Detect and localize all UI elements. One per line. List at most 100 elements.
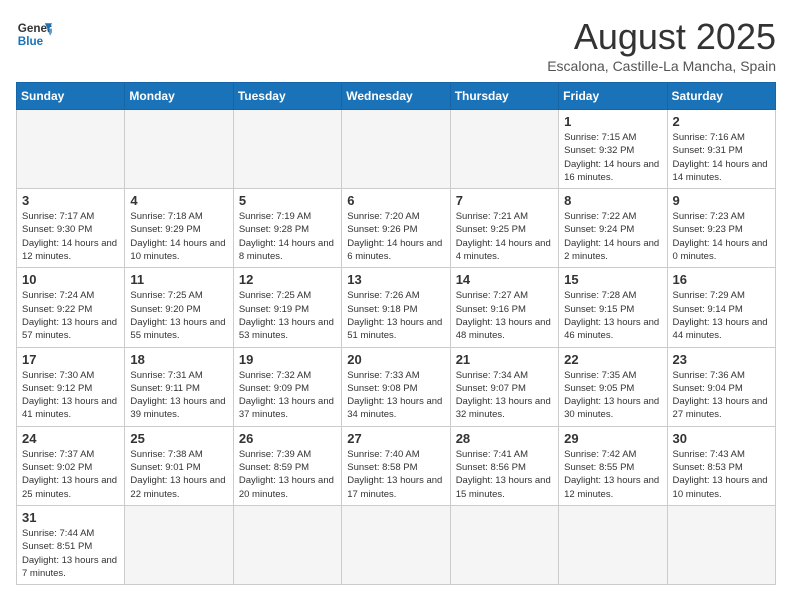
calendar-cell — [342, 110, 450, 189]
day-info: Sunrise: 7:28 AM Sunset: 9:15 PM Dayligh… — [564, 289, 661, 342]
calendar-cell: 16Sunrise: 7:29 AM Sunset: 9:14 PM Dayli… — [667, 268, 775, 347]
calendar-cell: 11 Sunrise: 7:25 AM Sunset: 9:20 PM Dayli… — [125, 268, 233, 347]
day-info: Sunrise: 7:19 AM Sunset: 9:28 PM Dayligh… — [239, 210, 336, 263]
calendar-week-row: 1 Sunrise: 7:15 AM Sunset: 9:32 PM Daylig… — [17, 110, 776, 189]
day-number: 30 — [673, 431, 770, 446]
day-number: 8 — [564, 193, 661, 208]
calendar-week-row: 3Sunrise: 7:17 AM Sunset: 9:30 PM Daylig… — [17, 189, 776, 268]
calendar-cell: 23Sunrise: 7:36 AM Sunset: 9:04 PM Dayli… — [667, 347, 775, 426]
calendar-cell: 1 Sunrise: 7:15 AM Sunset: 9:32 PM Daylig… — [559, 110, 667, 189]
day-info: Sunrise: 7:34 AM Sunset: 9:07 PM Dayligh… — [456, 369, 553, 422]
calendar-cell: 15Sunrise: 7:28 AM Sunset: 9:15 PM Dayli… — [559, 268, 667, 347]
day-number: 17 — [22, 352, 119, 367]
month-title: August 2025 — [547, 16, 776, 58]
calendar-cell — [450, 505, 558, 584]
day-info: Sunrise: 7:37 AM Sunset: 9:02 PM Dayligh… — [22, 448, 119, 501]
calendar-cell: 12 Sunrise: 7:25 AM Sunset: 9:19 PM Dayli… — [233, 268, 341, 347]
day-number: 22 — [564, 352, 661, 367]
calendar-cell: 8Sunrise: 7:22 AM Sunset: 9:24 PM Daylig… — [559, 189, 667, 268]
location-subtitle: Escalona, Castille-La Mancha, Spain — [547, 58, 776, 74]
day-info: Sunrise: 7:25 AM Sunset: 9:20 PM Dayligh… — [130, 289, 227, 342]
calendar-week-row: 10Sunrise: 7:24 AM Sunset: 9:22 PM Dayli… — [17, 268, 776, 347]
weekday-header-thursday: Thursday — [450, 83, 558, 110]
day-number: 20 — [347, 352, 444, 367]
day-number: 5 — [239, 193, 336, 208]
day-number: 2 — [673, 114, 770, 129]
calendar-cell: 3Sunrise: 7:17 AM Sunset: 9:30 PM Daylig… — [17, 189, 125, 268]
day-number: 25 — [130, 431, 227, 446]
calendar-cell: 31Sunrise: 7:44 AM Sunset: 8:51 PM Dayli… — [17, 505, 125, 584]
day-info: Sunrise: 7:31 AM Sunset: 9:11 PM Dayligh… — [130, 369, 227, 422]
calendar-cell: 27 Sunrise: 7:40 AM Sunset: 8:58 PM Dayli… — [342, 426, 450, 505]
calendar-cell: 2Sunrise: 7:16 AM Sunset: 9:31 PM Daylig… — [667, 110, 775, 189]
day-info: Sunrise: 7:39 AM Sunset: 8:59 PM Dayligh… — [239, 448, 336, 501]
weekday-header-sunday: Sunday — [17, 83, 125, 110]
weekday-header-tuesday: Tuesday — [233, 83, 341, 110]
weekday-header-friday: Friday — [559, 83, 667, 110]
day-info: Sunrise: 7:18 AM Sunset: 9:29 PM Dayligh… — [130, 210, 227, 263]
day-info: Sunrise: 7:40 AM Sunset: 8:58 PM Dayligh… — [347, 448, 444, 501]
day-number: 11 — [130, 272, 227, 287]
calendar-cell: 10Sunrise: 7:24 AM Sunset: 9:22 PM Dayli… — [17, 268, 125, 347]
page-header: General Blue August 2025 Escalona, Casti… — [16, 16, 776, 74]
day-info: Sunrise: 7:21 AM Sunset: 9:25 PM Dayligh… — [456, 210, 553, 263]
calendar-cell: 29 Sunrise: 7:42 AM Sunset: 8:55 PM Dayli… — [559, 426, 667, 505]
calendar-cell: 17 Sunrise: 7:30 AM Sunset: 9:12 PM Dayli… — [17, 347, 125, 426]
calendar-cell — [342, 505, 450, 584]
day-number: 9 — [673, 193, 770, 208]
day-number: 23 — [673, 352, 770, 367]
day-info: Sunrise: 7:23 AM Sunset: 9:23 PM Dayligh… — [673, 210, 770, 263]
calendar-cell — [233, 505, 341, 584]
logo: General Blue — [16, 16, 52, 52]
calendar-cell: 18 Sunrise: 7:31 AM Sunset: 9:11 PM Dayli… — [125, 347, 233, 426]
day-info: Sunrise: 7:42 AM Sunset: 8:55 PM Dayligh… — [564, 448, 661, 501]
calendar-cell: 19 Sunrise: 7:32 AM Sunset: 9:09 PM Dayli… — [233, 347, 341, 426]
calendar-cell — [125, 110, 233, 189]
calendar-cell: 24 Sunrise: 7:37 AM Sunset: 9:02 PM Dayli… — [17, 426, 125, 505]
day-number: 10 — [22, 272, 119, 287]
day-number: 21 — [456, 352, 553, 367]
calendar-cell: 6Sunrise: 7:20 AM Sunset: 9:26 PM Daylig… — [342, 189, 450, 268]
day-number: 27 — [347, 431, 444, 446]
day-info: Sunrise: 7:15 AM Sunset: 9:32 PM Dayligh… — [564, 131, 661, 184]
day-number: 31 — [22, 510, 119, 525]
day-info: Sunrise: 7:43 AM Sunset: 8:53 PM Dayligh… — [673, 448, 770, 501]
calendar-cell: 4 Sunrise: 7:18 AM Sunset: 9:29 PM Daylig… — [125, 189, 233, 268]
calendar-cell — [559, 505, 667, 584]
day-number: 12 — [239, 272, 336, 287]
day-info: Sunrise: 7:41 AM Sunset: 8:56 PM Dayligh… — [456, 448, 553, 501]
calendar-cell: 21 Sunrise: 7:34 AM Sunset: 9:07 PM Dayli… — [450, 347, 558, 426]
calendar-cell: 26Sunrise: 7:39 AM Sunset: 8:59 PM Dayli… — [233, 426, 341, 505]
calendar-cell: 20Sunrise: 7:33 AM Sunset: 9:08 PM Dayli… — [342, 347, 450, 426]
day-number: 29 — [564, 431, 661, 446]
calendar-cell — [125, 505, 233, 584]
calendar-cell: 25Sunrise: 7:38 AM Sunset: 9:01 PM Dayli… — [125, 426, 233, 505]
day-info: Sunrise: 7:25 AM Sunset: 9:19 PM Dayligh… — [239, 289, 336, 342]
calendar-cell: 5 Sunrise: 7:19 AM Sunset: 9:28 PM Daylig… — [233, 189, 341, 268]
day-number: 18 — [130, 352, 227, 367]
calendar-cell: 7 Sunrise: 7:21 AM Sunset: 9:25 PM Daylig… — [450, 189, 558, 268]
weekday-header-monday: Monday — [125, 83, 233, 110]
logo-icon: General Blue — [16, 16, 52, 52]
day-info: Sunrise: 7:26 AM Sunset: 9:18 PM Dayligh… — [347, 289, 444, 342]
day-info: Sunrise: 7:27 AM Sunset: 9:16 PM Dayligh… — [456, 289, 553, 342]
calendar-cell — [17, 110, 125, 189]
day-number: 24 — [22, 431, 119, 446]
calendar-week-row: 17 Sunrise: 7:30 AM Sunset: 9:12 PM Dayli… — [17, 347, 776, 426]
day-info: Sunrise: 7:35 AM Sunset: 9:05 PM Dayligh… — [564, 369, 661, 422]
day-number: 19 — [239, 352, 336, 367]
calendar-cell — [667, 505, 775, 584]
day-number: 13 — [347, 272, 444, 287]
day-info: Sunrise: 7:30 AM Sunset: 9:12 PM Dayligh… — [22, 369, 119, 422]
calendar-cell: 13 Sunrise: 7:26 AM Sunset: 9:18 PM Dayli… — [342, 268, 450, 347]
calendar-cell: 22 Sunrise: 7:35 AM Sunset: 9:05 PM Dayli… — [559, 347, 667, 426]
day-number: 6 — [347, 193, 444, 208]
calendar-week-row: 31Sunrise: 7:44 AM Sunset: 8:51 PM Dayli… — [17, 505, 776, 584]
calendar-cell: 9 Sunrise: 7:23 AM Sunset: 9:23 PM Daylig… — [667, 189, 775, 268]
day-number: 4 — [130, 193, 227, 208]
day-info: Sunrise: 7:32 AM Sunset: 9:09 PM Dayligh… — [239, 369, 336, 422]
day-number: 28 — [456, 431, 553, 446]
day-number: 7 — [456, 193, 553, 208]
calendar-week-row: 24 Sunrise: 7:37 AM Sunset: 9:02 PM Dayli… — [17, 426, 776, 505]
day-number: 1 — [564, 114, 661, 129]
